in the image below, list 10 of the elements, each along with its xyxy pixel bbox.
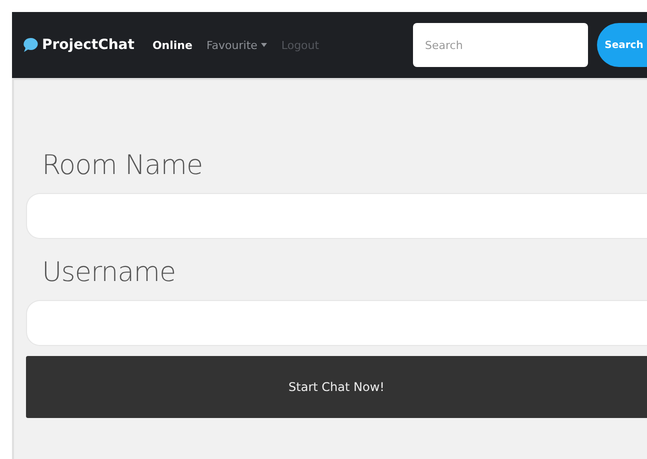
brand-logo[interactable]: ProjectChat bbox=[22, 36, 134, 54]
nav-link[interactable]: Online bbox=[152, 38, 192, 52]
search-field[interactable]: Search bbox=[413, 23, 588, 67]
input-field[interactable] bbox=[26, 300, 647, 346]
start-chat-button[interactable]: Start Chat Now! bbox=[26, 356, 647, 418]
nav-link[interactable]: Favourite bbox=[206, 38, 268, 52]
field-label: Username bbox=[42, 257, 177, 288]
chat-bubble-icon bbox=[22, 36, 40, 54]
field-label: Room Name bbox=[42, 150, 204, 181]
input-field[interactable] bbox=[26, 193, 647, 239]
